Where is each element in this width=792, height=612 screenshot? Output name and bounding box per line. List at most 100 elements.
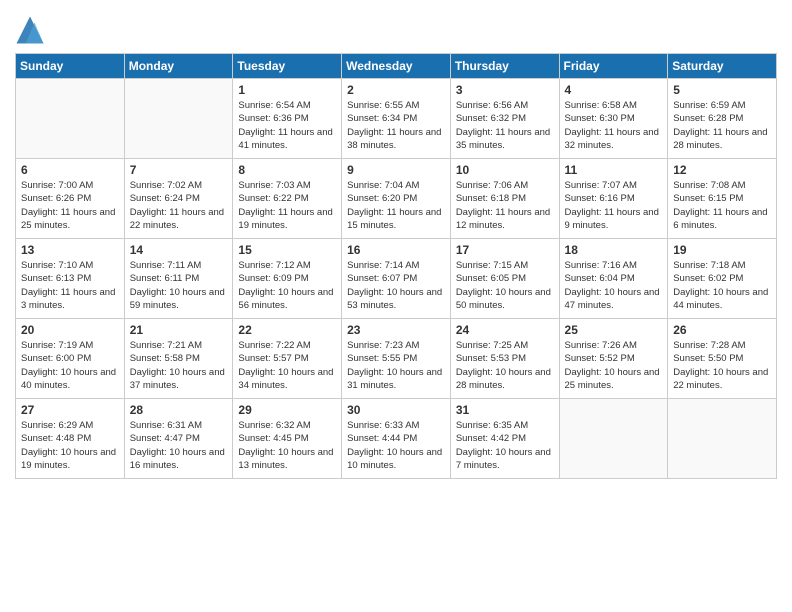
calendar-day-cell bbox=[16, 79, 125, 159]
day-number: 5 bbox=[673, 83, 771, 97]
day-of-week-header: Thursday bbox=[450, 54, 559, 79]
day-number: 8 bbox=[238, 163, 336, 177]
day-info: Sunrise: 7:00 AM Sunset: 6:26 PM Dayligh… bbox=[21, 179, 119, 232]
calendar-day-cell: 30 Sunrise: 6:33 AM Sunset: 4:44 PM Dayli… bbox=[342, 399, 451, 479]
day-number: 10 bbox=[456, 163, 554, 177]
day-info: Sunrise: 6:33 AM Sunset: 4:44 PM Dayligh… bbox=[347, 419, 445, 472]
day-number: 1 bbox=[238, 83, 336, 97]
calendar-table: SundayMondayTuesdayWednesdayThursdayFrid… bbox=[15, 53, 777, 479]
calendar-day-cell: 14Sunrise: 7:11 AM Sunset: 6:11 PM Dayli… bbox=[124, 239, 233, 319]
day-number: 18 bbox=[565, 243, 663, 257]
calendar-day-cell: 5 Sunrise: 6:59 AM Sunset: 6:28 PM Daylig… bbox=[668, 79, 777, 159]
day-info: Sunrise: 6:35 AM Sunset: 4:42 PM Dayligh… bbox=[456, 419, 554, 472]
calendar-day-cell: 26 Sunrise: 7:28 AM Sunset: 5:50 PM Dayli… bbox=[668, 319, 777, 399]
calendar-day-cell: 8 Sunrise: 7:03 AM Sunset: 6:22 PM Daylig… bbox=[233, 159, 342, 239]
calendar-day-cell: 22 Sunrise: 7:22 AM Sunset: 5:57 PM Dayli… bbox=[233, 319, 342, 399]
day-info: Sunrise: 7:10 AM Sunset: 6:13 PM Dayligh… bbox=[21, 259, 119, 312]
day-number: 26 bbox=[673, 323, 771, 337]
day-info: Sunrise: 6:59 AM Sunset: 6:28 PM Dayligh… bbox=[673, 99, 771, 152]
day-info: Sunrise: 7:21 AM Sunset: 5:58 PM Dayligh… bbox=[130, 339, 228, 392]
day-number: 21 bbox=[130, 323, 228, 337]
calendar-day-cell: 11 Sunrise: 7:07 AM Sunset: 6:16 PM Dayli… bbox=[559, 159, 668, 239]
day-number: 24 bbox=[456, 323, 554, 337]
day-number: 28 bbox=[130, 403, 228, 417]
calendar-day-cell bbox=[124, 79, 233, 159]
page-header bbox=[15, 10, 777, 45]
calendar-day-cell: 27 Sunrise: 6:29 AM Sunset: 4:48 PM Dayli… bbox=[16, 399, 125, 479]
calendar-week-row: 20 Sunrise: 7:19 AM Sunset: 6:00 PM Dayli… bbox=[16, 319, 777, 399]
day-info: Sunrise: 6:54 AM Sunset: 6:36 PM Dayligh… bbox=[238, 99, 336, 152]
day-info: Sunrise: 7:08 AM Sunset: 6:15 PM Dayligh… bbox=[673, 179, 771, 232]
day-number: 27 bbox=[21, 403, 119, 417]
day-info: Sunrise: 7:18 AM Sunset: 6:02 PM Dayligh… bbox=[673, 259, 771, 312]
day-info: Sunrise: 7:03 AM Sunset: 6:22 PM Dayligh… bbox=[238, 179, 336, 232]
day-info: Sunrise: 7:23 AM Sunset: 5:55 PM Dayligh… bbox=[347, 339, 445, 392]
day-info: Sunrise: 7:14 AM Sunset: 6:07 PM Dayligh… bbox=[347, 259, 445, 312]
day-of-week-header: Sunday bbox=[16, 54, 125, 79]
day-info: Sunrise: 6:58 AM Sunset: 6:30 PM Dayligh… bbox=[565, 99, 663, 152]
logo-icon bbox=[15, 15, 45, 45]
day-info: Sunrise: 6:32 AM Sunset: 4:45 PM Dayligh… bbox=[238, 419, 336, 472]
day-info: Sunrise: 7:25 AM Sunset: 5:53 PM Dayligh… bbox=[456, 339, 554, 392]
calendar-day-cell: 20 Sunrise: 7:19 AM Sunset: 6:00 PM Dayli… bbox=[16, 319, 125, 399]
day-number: 23 bbox=[347, 323, 445, 337]
calendar-day-cell: 16Sunrise: 7:14 AM Sunset: 6:07 PM Dayli… bbox=[342, 239, 451, 319]
calendar-day-cell: 23 Sunrise: 7:23 AM Sunset: 5:55 PM Dayli… bbox=[342, 319, 451, 399]
day-info: Sunrise: 7:16 AM Sunset: 6:04 PM Dayligh… bbox=[565, 259, 663, 312]
calendar-day-cell: 6 Sunrise: 7:00 AM Sunset: 6:26 PM Daylig… bbox=[16, 159, 125, 239]
calendar-day-cell: 1 Sunrise: 6:54 AM Sunset: 6:36 PM Daylig… bbox=[233, 79, 342, 159]
day-info: Sunrise: 7:07 AM Sunset: 6:16 PM Dayligh… bbox=[565, 179, 663, 232]
calendar-day-cell: 12Sunrise: 7:08 AM Sunset: 6:15 PM Dayli… bbox=[668, 159, 777, 239]
day-info: Sunrise: 7:12 AM Sunset: 6:09 PM Dayligh… bbox=[238, 259, 336, 312]
day-number: 29 bbox=[238, 403, 336, 417]
calendar-header-row: SundayMondayTuesdayWednesdayThursdayFrid… bbox=[16, 54, 777, 79]
calendar-day-cell bbox=[559, 399, 668, 479]
day-of-week-header: Tuesday bbox=[233, 54, 342, 79]
day-number: 6 bbox=[21, 163, 119, 177]
day-info: Sunrise: 7:22 AM Sunset: 5:57 PM Dayligh… bbox=[238, 339, 336, 392]
calendar-day-cell: 29 Sunrise: 6:32 AM Sunset: 4:45 PM Dayli… bbox=[233, 399, 342, 479]
calendar-day-cell: 2 Sunrise: 6:55 AM Sunset: 6:34 PM Daylig… bbox=[342, 79, 451, 159]
calendar-day-cell: 17Sunrise: 7:15 AM Sunset: 6:05 PM Dayli… bbox=[450, 239, 559, 319]
day-number: 19 bbox=[673, 243, 771, 257]
day-number: 25 bbox=[565, 323, 663, 337]
day-info: Sunrise: 7:15 AM Sunset: 6:05 PM Dayligh… bbox=[456, 259, 554, 312]
day-info: Sunrise: 7:19 AM Sunset: 6:00 PM Dayligh… bbox=[21, 339, 119, 392]
calendar-day-cell: 15Sunrise: 7:12 AM Sunset: 6:09 PM Dayli… bbox=[233, 239, 342, 319]
logo bbox=[15, 15, 49, 45]
day-info: Sunrise: 6:55 AM Sunset: 6:34 PM Dayligh… bbox=[347, 99, 445, 152]
calendar-day-cell: 13Sunrise: 7:10 AM Sunset: 6:13 PM Dayli… bbox=[16, 239, 125, 319]
calendar-day-cell: 9Sunrise: 7:04 AM Sunset: 6:20 PM Daylig… bbox=[342, 159, 451, 239]
day-info: Sunrise: 6:31 AM Sunset: 4:47 PM Dayligh… bbox=[130, 419, 228, 472]
day-info: Sunrise: 7:11 AM Sunset: 6:11 PM Dayligh… bbox=[130, 259, 228, 312]
day-info: Sunrise: 6:29 AM Sunset: 4:48 PM Dayligh… bbox=[21, 419, 119, 472]
calendar-week-row: 13Sunrise: 7:10 AM Sunset: 6:13 PM Dayli… bbox=[16, 239, 777, 319]
calendar-day-cell: 28 Sunrise: 6:31 AM Sunset: 4:47 PM Dayli… bbox=[124, 399, 233, 479]
calendar-day-cell: 21 Sunrise: 7:21 AM Sunset: 5:58 PM Dayli… bbox=[124, 319, 233, 399]
calendar-day-cell: 25 Sunrise: 7:26 AM Sunset: 5:52 PM Dayli… bbox=[559, 319, 668, 399]
calendar-day-cell: 18 Sunrise: 7:16 AM Sunset: 6:04 PM Dayli… bbox=[559, 239, 668, 319]
calendar-week-row: 6 Sunrise: 7:00 AM Sunset: 6:26 PM Daylig… bbox=[16, 159, 777, 239]
calendar-day-cell: 3 Sunrise: 6:56 AM Sunset: 6:32 PM Daylig… bbox=[450, 79, 559, 159]
day-info: Sunrise: 7:28 AM Sunset: 5:50 PM Dayligh… bbox=[673, 339, 771, 392]
day-of-week-header: Friday bbox=[559, 54, 668, 79]
day-info: Sunrise: 7:04 AM Sunset: 6:20 PM Dayligh… bbox=[347, 179, 445, 232]
day-info: Sunrise: 7:06 AM Sunset: 6:18 PM Dayligh… bbox=[456, 179, 554, 232]
calendar-week-row: 1 Sunrise: 6:54 AM Sunset: 6:36 PM Daylig… bbox=[16, 79, 777, 159]
day-number: 20 bbox=[21, 323, 119, 337]
calendar-day-cell: 7Sunrise: 7:02 AM Sunset: 6:24 PM Daylig… bbox=[124, 159, 233, 239]
day-number: 2 bbox=[347, 83, 445, 97]
day-of-week-header: Saturday bbox=[668, 54, 777, 79]
day-number: 30 bbox=[347, 403, 445, 417]
day-info: Sunrise: 7:26 AM Sunset: 5:52 PM Dayligh… bbox=[565, 339, 663, 392]
day-number: 11 bbox=[565, 163, 663, 177]
calendar-week-row: 27 Sunrise: 6:29 AM Sunset: 4:48 PM Dayli… bbox=[16, 399, 777, 479]
calendar-day-cell bbox=[668, 399, 777, 479]
day-number: 22 bbox=[238, 323, 336, 337]
calendar-day-cell: 19 Sunrise: 7:18 AM Sunset: 6:02 PM Dayli… bbox=[668, 239, 777, 319]
day-number: 3 bbox=[456, 83, 554, 97]
calendar-day-cell: 4Sunrise: 6:58 AM Sunset: 6:30 PM Daylig… bbox=[559, 79, 668, 159]
day-number: 7 bbox=[130, 163, 228, 177]
day-of-week-header: Wednesday bbox=[342, 54, 451, 79]
day-info: Sunrise: 6:56 AM Sunset: 6:32 PM Dayligh… bbox=[456, 99, 554, 152]
